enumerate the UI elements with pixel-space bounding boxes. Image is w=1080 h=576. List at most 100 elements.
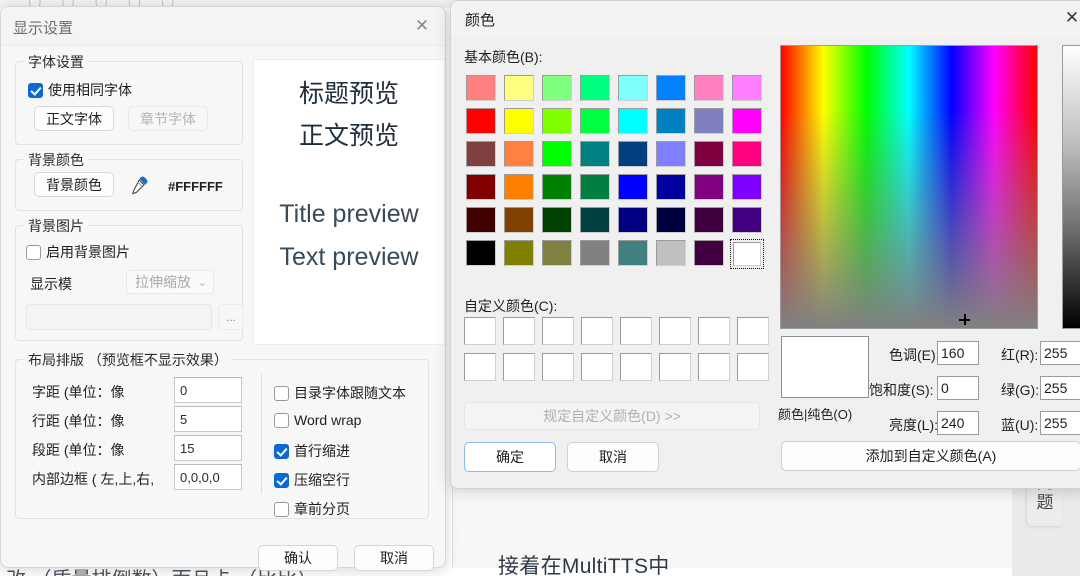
eyedropper-icon[interactable] [128,174,150,196]
custom-color-slot[interactable] [620,317,652,345]
background-image-path-input[interactable] [26,304,212,330]
color-swatch[interactable] [578,239,612,267]
color-swatch[interactable] [464,140,498,168]
confirm-button[interactable]: 确认 [258,545,338,571]
color-swatch[interactable] [578,74,612,102]
color-swatch[interactable] [616,239,650,267]
background-color-button[interactable]: 背景颜色 [34,172,114,197]
red-input[interactable]: 255 [1040,341,1080,365]
custom-color-slot[interactable] [464,353,496,381]
color-swatch[interactable] [502,140,536,168]
color-swatch[interactable] [692,140,726,168]
color-swatch[interactable] [464,173,498,201]
browse-image-button[interactable]: ... [218,304,244,330]
add-to-custom-colors-button[interactable]: 添加到自定义颜色(A) [781,441,1080,471]
display-mode-select[interactable]: 拉伸缩放 ⌄ [126,270,214,294]
close-icon[interactable]: ✕ [1061,7,1080,29]
color-swatch[interactable] [464,74,498,102]
color-swatch[interactable] [692,239,726,267]
color-swatch[interactable] [730,206,764,234]
color-swatch[interactable] [464,107,498,135]
color-cancel-button[interactable]: 取消 [567,442,659,472]
custom-color-slot[interactable] [542,317,574,345]
custom-color-slot[interactable] [503,317,535,345]
color-swatch[interactable] [502,206,536,234]
color-swatch[interactable] [540,107,574,135]
cancel-button[interactable]: 取消 [354,545,434,571]
first-line-indent-checkbox[interactable] [274,444,289,459]
gradient-crosshair-cursor[interactable] [959,314,970,325]
color-swatch[interactable] [502,74,536,102]
custom-color-slot[interactable] [698,317,730,345]
toc-follow-text-row[interactable]: 目录字体跟随文本 [274,383,406,403]
chapter-font-button[interactable]: 章节字体 [128,106,208,131]
paragraph-spacing-input[interactable]: 15 [174,435,242,461]
blue-input[interactable]: 255 [1040,411,1080,435]
compress-blank-lines-checkbox[interactable] [274,473,289,488]
custom-color-slot[interactable] [737,353,769,381]
color-swatch[interactable] [654,107,688,135]
inner-padding-input[interactable]: 0,0,0,0 [174,464,242,490]
color-swatch[interactable] [502,173,536,201]
color-swatch[interactable] [654,140,688,168]
color-swatch[interactable] [540,74,574,102]
custom-color-slot[interactable] [698,353,730,381]
luminance-slider[interactable] [1062,45,1080,329]
color-swatch[interactable] [616,206,650,234]
color-swatch[interactable] [464,206,498,234]
color-gradient-field[interactable] [780,45,1038,329]
color-swatch[interactable] [616,140,650,168]
color-swatch[interactable] [730,107,764,135]
color-swatch[interactable] [654,239,688,267]
color-swatch[interactable] [578,206,612,234]
toc-follow-text-checkbox[interactable] [274,386,289,401]
color-swatch[interactable] [578,173,612,201]
color-swatch[interactable] [540,206,574,234]
basic-colors-grid[interactable] [464,74,768,271]
custom-color-slot[interactable] [581,353,613,381]
enable-background-image-checkbox[interactable] [26,245,41,260]
compress-blank-lines-row[interactable]: 压缩空行 [274,470,350,490]
color-swatch[interactable] [692,173,726,201]
color-swatch[interactable] [730,74,764,102]
custom-colors-grid[interactable] [464,317,776,389]
char-spacing-input[interactable]: 0 [174,377,242,403]
color-swatch[interactable] [730,173,764,201]
custom-color-slot[interactable] [464,317,496,345]
color-swatch[interactable] [654,74,688,102]
color-swatch[interactable] [540,173,574,201]
luminance-input[interactable]: 240 [937,411,979,435]
color-swatch[interactable] [616,173,650,201]
color-swatch[interactable] [540,140,574,168]
same-font-checkbox-row[interactable]: 使用相同字体 [28,80,132,100]
color-swatch[interactable] [502,239,536,267]
color-ok-button[interactable]: 确定 [464,442,556,472]
color-swatch[interactable] [654,206,688,234]
custom-color-slot[interactable] [659,317,691,345]
custom-color-slot[interactable] [659,353,691,381]
color-swatch[interactable] [654,173,688,201]
green-input[interactable]: 255 [1040,376,1080,400]
saturation-input[interactable]: 0 [937,376,979,400]
first-line-indent-row[interactable]: 首行缩进 [274,441,350,461]
color-swatch[interactable] [578,107,612,135]
color-swatch[interactable] [464,239,498,267]
body-font-button[interactable]: 正文字体 [34,106,114,131]
word-wrap-row[interactable]: Word wrap [274,412,361,428]
custom-color-slot[interactable] [581,317,613,345]
color-swatch[interactable] [616,107,650,135]
close-icon[interactable]: ✕ [411,15,433,37]
color-swatch[interactable] [730,140,764,168]
same-font-checkbox[interactable] [28,83,43,98]
color-swatch[interactable] [578,140,612,168]
define-custom-colors-button[interactable]: 规定自定义颜色(D) >> [464,402,760,430]
custom-color-slot[interactable] [503,353,535,381]
line-spacing-input[interactable]: 5 [174,406,242,432]
enable-background-image-row[interactable]: 启用背景图片 [26,242,130,262]
color-swatch[interactable] [730,239,764,269]
page-break-before-chapter-checkbox[interactable] [274,502,289,517]
color-swatch[interactable] [692,206,726,234]
hue-input[interactable]: 160 [937,341,979,365]
color-swatch[interactable] [616,74,650,102]
color-swatch[interactable] [692,74,726,102]
